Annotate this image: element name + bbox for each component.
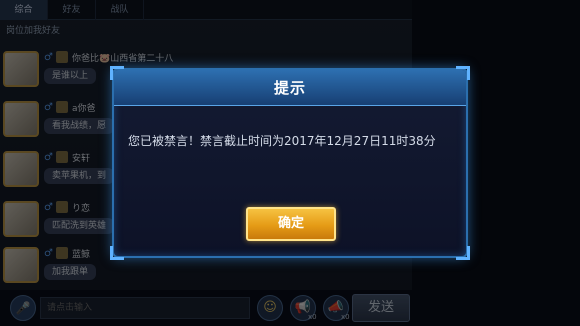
notice-dialog: 提示 您已被禁言！禁言截止时间为2017年12月27日11时38分 确定 <box>110 66 470 260</box>
corner-ornament <box>456 246 470 260</box>
corner-ornament <box>110 246 124 260</box>
dialog-title: 提示 <box>273 79 306 97</box>
dialog-header: 提示 <box>114 70 466 106</box>
confirm-button[interactable]: 确定 <box>246 207 336 241</box>
mute-notice-message: 您已被禁言！禁言截止时间为2017年12月27日11时38分 <box>128 134 436 148</box>
game-screen: 综合 好友 战队 岗位加我好友 ♂ 你爸比🐷山西省第二十八 是谁以上 ♂ a你爸… <box>0 0 580 326</box>
